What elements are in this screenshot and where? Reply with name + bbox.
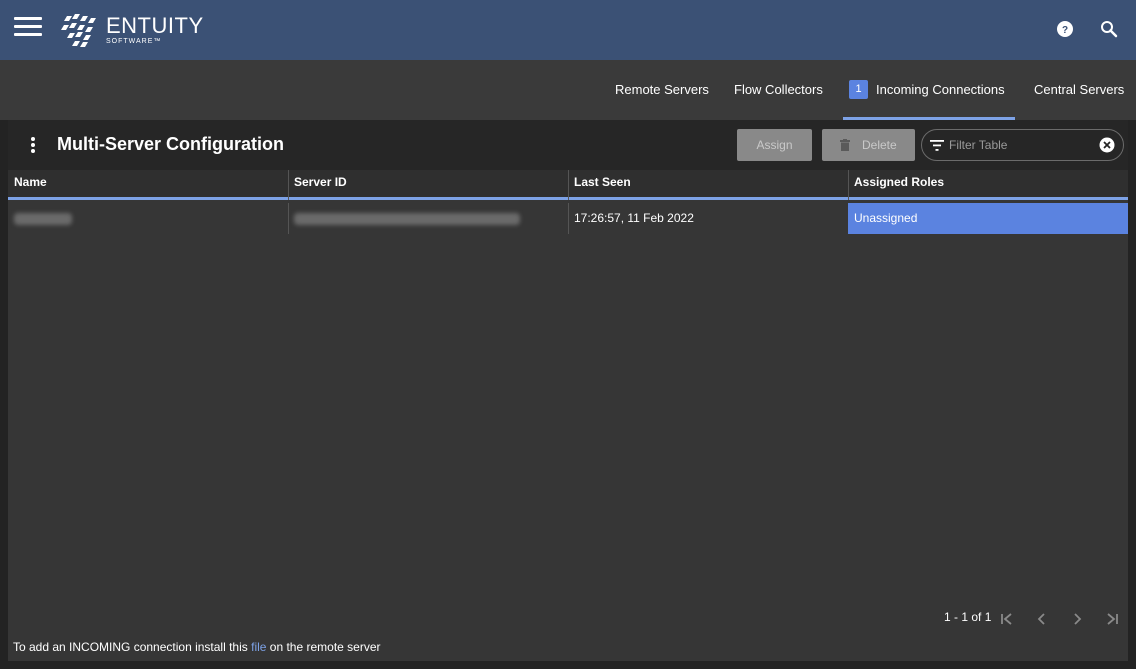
- table-header: Name Server ID Last Seen Assigned Roles: [8, 170, 1128, 200]
- help-icon[interactable]: ?: [1056, 20, 1074, 38]
- table-row[interactable]: 17:26:57, 11 Feb 2022 Unassigned: [8, 203, 1128, 234]
- tab-flow-collectors[interactable]: Flow Collectors: [734, 60, 823, 120]
- file-download-link[interactable]: file: [251, 640, 266, 654]
- last-page-icon[interactable]: [1104, 611, 1120, 627]
- filter-table-field[interactable]: [921, 129, 1124, 161]
- footer-text-prefix: To add an INCOMING connection install th…: [13, 640, 252, 654]
- cell-name: [8, 203, 289, 234]
- search-icon[interactable]: [1100, 20, 1118, 38]
- delete-button-label: Delete: [862, 138, 897, 152]
- clear-circle-icon[interactable]: [1099, 137, 1115, 153]
- top-app-bar: ENTUITY SOFTWARE™ ?: [0, 0, 1136, 60]
- column-header-assigned-roles[interactable]: Assigned Roles: [848, 170, 1128, 200]
- footer-note: To add an INCOMING connection install th…: [13, 640, 381, 654]
- filter-icon: [930, 140, 944, 151]
- chevron-left-icon[interactable]: [1034, 611, 1050, 627]
- entuity-logo-icon: [61, 14, 96, 47]
- chevron-right-icon[interactable]: [1069, 611, 1085, 627]
- cell-last-seen: 17:26:57, 11 Feb 2022: [568, 203, 849, 234]
- tab-label: Flow Collectors: [734, 82, 823, 97]
- multi-server-panel: Multi-Server Configuration Assign Delete: [8, 120, 1128, 661]
- tab-incoming-connections[interactable]: 1 Incoming Connections: [843, 60, 1015, 120]
- cell-assigned-roles[interactable]: Unassigned: [848, 203, 1128, 234]
- panel-header: Multi-Server Configuration Assign Delete: [8, 120, 1128, 170]
- svg-text:?: ?: [1062, 25, 1068, 36]
- app-logo[interactable]: ENTUITY SOFTWARE™: [61, 12, 204, 48]
- first-page-icon[interactable]: [999, 611, 1015, 627]
- logo-main-text: ENTUITY: [106, 13, 204, 38]
- tab-count-badge: 1: [849, 80, 868, 100]
- redacted-value: [294, 212, 520, 225]
- assign-button[interactable]: Assign: [737, 129, 812, 161]
- tab-label: Central Servers: [1034, 82, 1125, 97]
- redacted-value: [14, 212, 72, 225]
- column-header-last-seen[interactable]: Last Seen: [568, 170, 849, 200]
- column-header-server-id[interactable]: Server ID: [288, 170, 569, 200]
- trash-icon: [840, 139, 850, 151]
- tab-label: Incoming Connections: [876, 82, 1005, 97]
- logo-sub-text: SOFTWARE™: [106, 38, 162, 45]
- pagination-range: 1 - 1 of 1: [944, 610, 992, 624]
- more-vertical-icon[interactable]: [30, 137, 36, 153]
- tab-bar: Remote Servers Flow Collectors 1 Incoming…: [0, 60, 1136, 120]
- tab-central-servers[interactable]: Central Servers: [1034, 60, 1124, 120]
- filter-table-input[interactable]: [949, 136, 1089, 154]
- tab-label: Remote Servers: [615, 82, 709, 97]
- delete-button[interactable]: Delete: [822, 129, 915, 161]
- footer-text-suffix: on the remote server: [266, 640, 381, 654]
- tab-remote-servers[interactable]: Remote Servers: [615, 60, 709, 120]
- column-header-name[interactable]: Name: [8, 170, 289, 200]
- logo-text: ENTUITY SOFTWARE™: [106, 13, 204, 46]
- hamburger-menu-icon[interactable]: [14, 17, 42, 41]
- cell-server-id: [288, 203, 569, 234]
- page-title: Multi-Server Configuration: [57, 134, 285, 154]
